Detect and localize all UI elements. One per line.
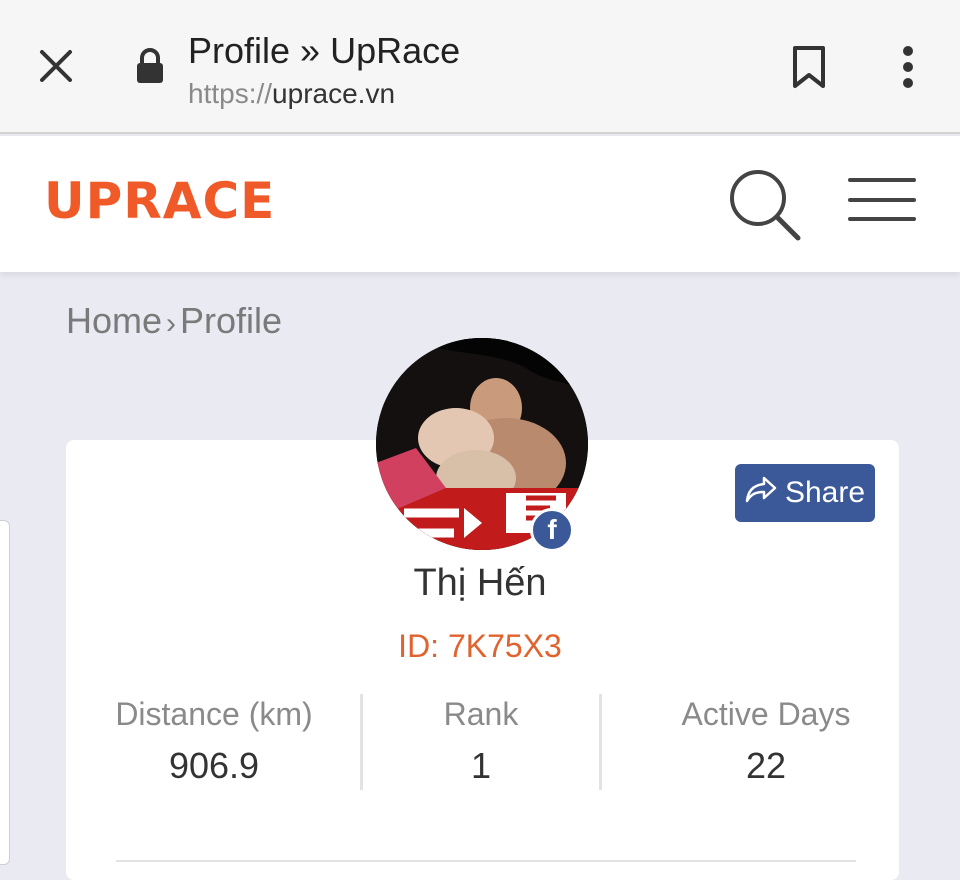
profile-name: Thị Hến <box>413 562 547 604</box>
profile-id: ID: 7K75X3 <box>398 628 562 664</box>
share-label: Share <box>784 476 866 509</box>
breadcrumb-separator: › <box>166 307 177 340</box>
facebook-icon: f <box>530 508 574 552</box>
bookmark-icon[interactable] <box>786 42 832 92</box>
hamburger-menu-icon[interactable] <box>844 174 920 226</box>
stat-active-days: Active Days 22 <box>640 696 892 787</box>
page-title: Profile » UpRace <box>188 30 461 71</box>
stat-value: 906.9 <box>168 745 260 786</box>
menu-line <box>848 178 916 182</box>
share-arrow-icon <box>745 475 777 511</box>
menu-line <box>848 198 916 202</box>
breadcrumb: Home › Profile <box>66 300 282 342</box>
stat-distance: Distance (km) 906.9 <box>100 696 328 787</box>
uprace-logo[interactable]: UPRACE <box>44 172 275 230</box>
stat-label: Rank <box>443 696 519 732</box>
menu-line <box>848 217 916 221</box>
stat-value: 22 <box>745 745 787 786</box>
browser-toolbar: Profile » UpRace https://uprace.vn <box>0 0 960 134</box>
stat-label: Active Days <box>681 696 851 732</box>
search-icon[interactable] <box>724 166 806 244</box>
section-divider <box>116 860 856 862</box>
url-bar[interactable]: https://uprace.vn <box>188 78 395 110</box>
breadcrumb-current: Profile <box>180 300 283 341</box>
stat-divider <box>599 694 602 790</box>
url-scheme: https:// <box>188 78 273 109</box>
url-host: uprace.vn <box>272 78 396 109</box>
lock-icon <box>134 46 166 86</box>
share-button[interactable]: Share <box>735 464 875 522</box>
more-vertical-icon[interactable] <box>888 40 928 94</box>
close-icon[interactable] <box>34 44 78 88</box>
stat-label: Distance (km) <box>115 696 313 732</box>
breadcrumb-home[interactable]: Home <box>66 300 162 341</box>
stat-rank: Rank 1 <box>362 696 600 787</box>
stat-value: 1 <box>470 745 492 786</box>
